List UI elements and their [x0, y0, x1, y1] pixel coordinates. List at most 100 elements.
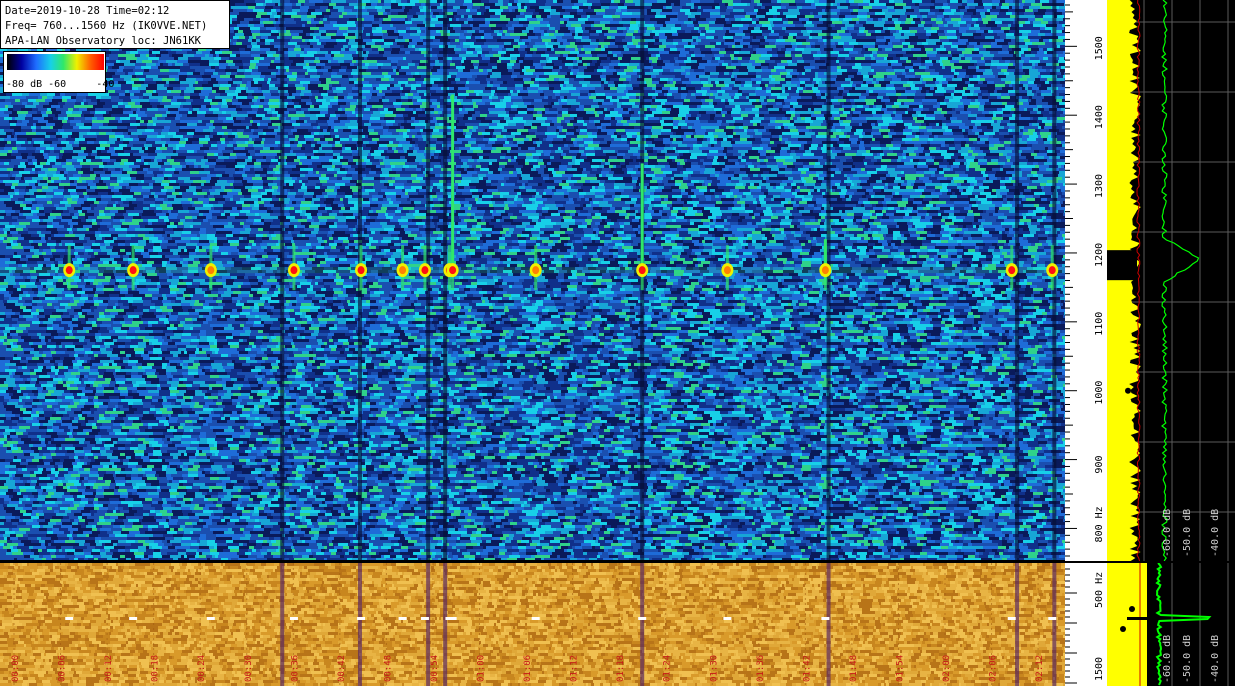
spectrum-notch	[1107, 250, 1137, 281]
lower-signal-mark-10	[638, 617, 647, 620]
time-label-18: 01:48	[849, 655, 859, 682]
spectrum-plot: -60.0 dB -50.0 dB -40.0 dB	[1107, 0, 1235, 561]
lower-spectrum-fill	[1107, 563, 1147, 686]
time-label-22: 02:12	[1035, 655, 1045, 682]
dark-stripe-0	[280, 0, 285, 561]
time-label-14: 01:24	[663, 655, 673, 682]
lower-waterfall-canvas: 00:00 00:06 00:12 00:18 00:24 00:30 00:36 00:42…	[0, 563, 1065, 686]
time-label-2: 00:12	[104, 655, 114, 682]
lower-dark-stripe-0	[280, 563, 285, 686]
time-label-6: 00:36	[290, 655, 300, 682]
burst-core	[821, 266, 829, 275]
noise-texture	[0, 0, 1065, 561]
color-scale-labels: -80 dB -60 -40	[6, 79, 114, 90]
freq-tick-label-800: 800 Hz	[1094, 506, 1105, 542]
burst-core	[129, 266, 137, 275]
lower-signal-mark-8	[448, 617, 457, 620]
time-label-3: 00:18	[151, 655, 161, 682]
time-label-0: 00:00	[11, 655, 21, 682]
info-date-time: Date=2019-10-28 Time=02:12	[5, 4, 225, 19]
time-label-11: 01:06	[523, 655, 533, 682]
lower-signal-mark-6	[420, 617, 429, 620]
dark-stripe-6	[1015, 0, 1020, 561]
main-waterfall-canvas	[0, 0, 1065, 561]
burst-spike	[451, 94, 455, 271]
spectrum-red-trace	[1136, 0, 1141, 561]
spectrum-panel-lower: -60.0 dB -50.0 dB -40.0 dB	[1107, 563, 1235, 686]
freq-tick-label-1000: 1000	[1094, 381, 1105, 405]
color-legend: -80 dB -60 -40	[3, 51, 114, 93]
frequency-axis-lower: 500 Hz 1500	[1065, 563, 1107, 686]
lower-dark-stripe-7	[1052, 563, 1057, 686]
lower-signal-mark-12	[821, 617, 830, 620]
lower-signal-mark-1	[129, 617, 138, 620]
time-label-12: 01:12	[570, 655, 580, 682]
time-label-13: 01:18	[616, 655, 626, 682]
lower-signal-mark-0	[65, 617, 74, 620]
time-label-5: 00:30	[244, 655, 254, 682]
lower-signal-mark-5	[398, 617, 407, 620]
lower-spectrum-dot-2	[1120, 626, 1126, 632]
lower-signal-mark-11	[723, 617, 732, 620]
time-label-15: 01:30	[709, 655, 719, 682]
time-label-19: 01:54	[895, 655, 905, 682]
lower-signal-mark-14	[1048, 617, 1057, 620]
lower-dark-stripe-3	[443, 563, 448, 686]
burst-core	[449, 266, 457, 275]
freq-tick-label-1200: 1200	[1094, 243, 1105, 267]
time-label-1: 00:06	[58, 655, 68, 682]
lower-freq-tick-label-1: 1500	[1094, 657, 1105, 681]
freq-tick-label-1500: 1500	[1094, 36, 1105, 60]
burst-core	[65, 266, 73, 275]
time-label-8: 00:48	[383, 655, 393, 682]
dark-stripe-3	[443, 0, 448, 561]
info-box: Date=2019-10-28 Time=02:12 Freq= 760...1…	[0, 0, 230, 49]
spectrum-x-label-2: -40.0 dB	[1210, 509, 1221, 557]
lower-dark-stripe-5	[826, 563, 831, 686]
info-location: APA-LAN Observatory loc: JN61KK	[5, 34, 225, 49]
burst-core	[207, 266, 215, 275]
lower-spectrum-dot-1	[1129, 606, 1135, 612]
lower-signal-mark-4	[357, 617, 366, 620]
burst-core	[1008, 266, 1016, 275]
burst-core	[1048, 266, 1056, 275]
freq-tick-label-900: 900	[1094, 456, 1105, 474]
lower-dark-stripe-1	[357, 563, 362, 686]
time-label-16: 01:36	[756, 655, 766, 682]
lower-freq-tick-label-0: 500 Hz	[1094, 572, 1105, 608]
burst-core	[532, 266, 540, 275]
time-label-20: 02:00	[942, 655, 952, 682]
time-label-17: 01:42	[802, 655, 812, 682]
lower-spectrum-x-label-1: -50.0 dB	[1182, 635, 1193, 683]
spectrum-plot-lower: -60.0 dB -50.0 dB -40.0 dB	[1107, 563, 1229, 686]
time-label-10: 01:00	[477, 655, 487, 682]
burst-core	[290, 266, 298, 275]
frequency-axis: 800 Hz 900 1000 1100 1200 1300 1400 1500	[1065, 0, 1107, 561]
time-label-21: 02:06	[989, 655, 999, 682]
time-label-9: 00:54	[430, 655, 440, 682]
spectrum-panel: -60.0 dB -50.0 dB -40.0 dB	[1107, 0, 1235, 561]
time-label-7: 00:42	[337, 655, 347, 682]
lower-signal-mark-13	[1007, 617, 1016, 620]
lower-signal-mark-2	[206, 617, 215, 620]
spectrum-x-label-1: -50.0 dB	[1182, 509, 1193, 557]
freq-tick-label-1100: 1100	[1094, 312, 1105, 336]
burst-core	[638, 266, 646, 275]
main-waterfall	[0, 0, 1065, 561]
info-frequency: Freq= 760...1560 Hz (IK0VVE.NET)	[5, 19, 225, 34]
lower-signal-mark-3	[289, 617, 298, 620]
freq-tick-label-1400: 1400	[1094, 105, 1105, 129]
burst-core	[357, 266, 365, 275]
freq-tick-label-1300: 1300	[1094, 174, 1105, 198]
lower-waterfall: 00:00 00:06 00:12 00:18 00:24 00:30 00:36 00:42…	[0, 563, 1065, 686]
frequency-axis-ticks: 800 Hz 900 1000 1100 1200 1300 1400 1500	[1065, 4, 1105, 557]
color-scale-bar	[7, 54, 104, 70]
burst-core	[399, 266, 407, 275]
dark-stripe-5	[826, 0, 831, 561]
lower-spectrum-x-label-0: -60.0 dB	[1162, 635, 1173, 683]
burst-core	[421, 266, 429, 275]
spectrum-fill	[1107, 0, 1141, 561]
spectrum-marker-dot	[1125, 387, 1131, 394]
spectrum-x-label-0: -60.0 dB	[1162, 509, 1173, 557]
lower-spectrum-x-label-2: -40.0 dB	[1210, 635, 1221, 683]
